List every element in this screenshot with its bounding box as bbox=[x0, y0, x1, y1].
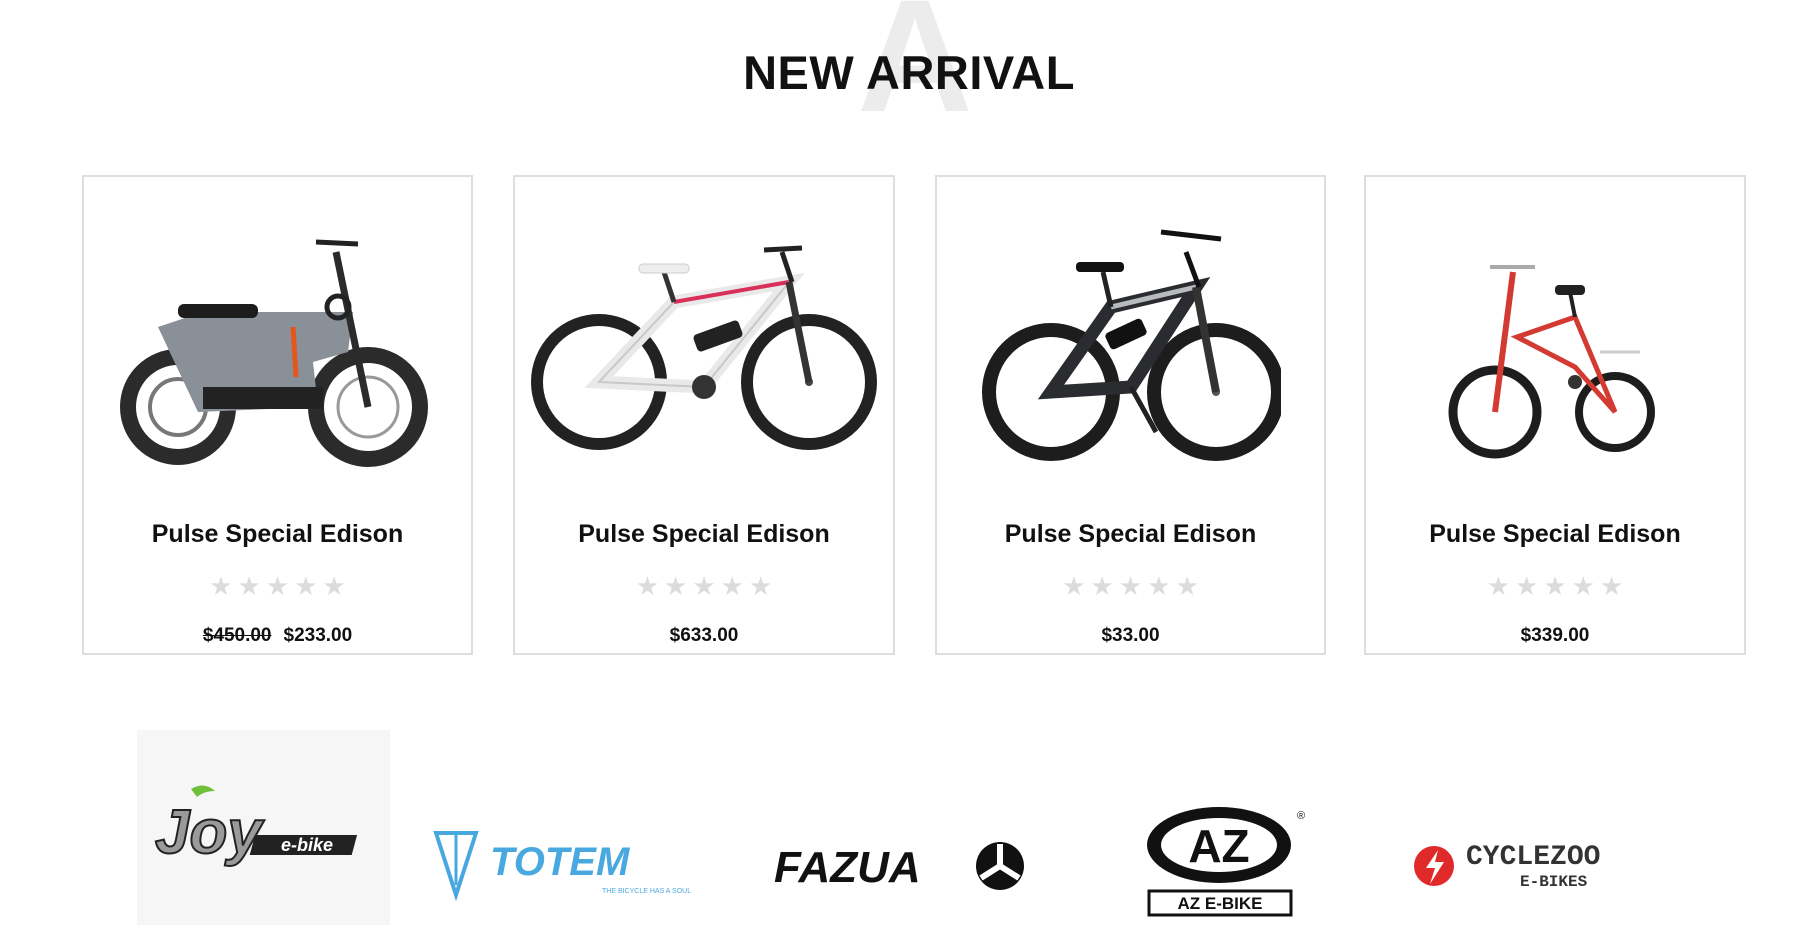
section-header: A NEW ARRIVAL bbox=[0, 0, 1818, 130]
star-icon: ★ bbox=[1486, 571, 1511, 601]
star-icon: ★ bbox=[692, 571, 716, 601]
product-price: $339.00 bbox=[1366, 625, 1744, 647]
svg-text:AZ E-BIKE: AZ E-BIKE bbox=[1178, 894, 1263, 913]
product-card[interactable]: Pulse Special Edison ★ ★ ★ ★ ★ $450.00 $2… bbox=[82, 175, 473, 655]
star-icon: ★ bbox=[1571, 571, 1595, 601]
current-price: $233.00 bbox=[283, 625, 353, 646]
brand-strip: Joy e-bike TOTEM THE BICYCLE HAS A SOUL … bbox=[0, 730, 1818, 925]
star-icon: ★ bbox=[1062, 571, 1086, 601]
black-e-mountain-bike-image bbox=[981, 229, 1281, 461]
svg-text:TOTEM: TOTEM bbox=[490, 840, 631, 884]
star-icon: ★ bbox=[664, 571, 688, 601]
product-card[interactable]: Pulse Special Edison ★ ★ ★ ★ ★ $33.00 bbox=[935, 175, 1326, 655]
brand-cyclezoo[interactable]: CYCLEZOO E-BIKES bbox=[1410, 828, 1670, 898]
product-image[interactable] bbox=[515, 197, 893, 497]
product-image[interactable] bbox=[84, 197, 471, 497]
star-icon: ★ bbox=[1147, 571, 1171, 601]
product-price: $450.00 $233.00 bbox=[84, 625, 471, 647]
star-icon: ★ bbox=[1599, 571, 1624, 601]
star-icon: ★ bbox=[748, 571, 773, 601]
star-icon: ★ bbox=[237, 571, 261, 601]
star-icon: ★ bbox=[294, 571, 318, 601]
joy-ebike-logo: Joy e-bike bbox=[154, 784, 357, 868]
product-price: $33.00 bbox=[937, 625, 1324, 647]
product-grid: Pulse Special Edison ★ ★ ★ ★ ★ $450.00 $2… bbox=[82, 175, 1746, 655]
electric-scooter-bike-image bbox=[119, 239, 428, 467]
product-card[interactable]: Pulse Special Edison ★ ★ ★ ★ ★ $339.00 bbox=[1364, 175, 1746, 655]
brand-fazua[interactable]: FAZUA bbox=[770, 830, 1035, 900]
rating-stars: ★ ★ ★ ★ ★ bbox=[1366, 573, 1744, 599]
star-icon: ★ bbox=[635, 571, 660, 601]
cyclezoo-logo: CYCLEZOO E-BIKES bbox=[1414, 842, 1600, 891]
svg-text:®: ® bbox=[1297, 810, 1305, 822]
totem-logo: TOTEM THE BICYCLE HAS A SOUL bbox=[433, 831, 691, 902]
star-icon: ★ bbox=[1175, 571, 1199, 601]
star-icon: ★ bbox=[1543, 571, 1567, 601]
rating-stars: ★ ★ ★ ★ ★ bbox=[84, 573, 471, 599]
brand-az-ebike[interactable]: AZ ® AZ E-BIKE bbox=[1145, 805, 1315, 925]
svg-text:AZ: AZ bbox=[1188, 820, 1249, 872]
brand-joy-ebike[interactable]: Joy e-bike bbox=[137, 730, 390, 925]
star-icon: ★ bbox=[1515, 571, 1539, 601]
fazua-logo: FAZUA bbox=[774, 842, 1024, 892]
product-image[interactable] bbox=[1366, 197, 1744, 497]
product-name[interactable]: Pulse Special Edison bbox=[937, 520, 1324, 549]
svg-text:CYCLEZOO: CYCLEZOO bbox=[1466, 842, 1600, 873]
old-price: $450.00 bbox=[202, 625, 272, 646]
white-e-mountain-bike-image bbox=[531, 245, 877, 450]
svg-text:FAZUA: FAZUA bbox=[774, 843, 921, 892]
current-price: $33.00 bbox=[1101, 625, 1160, 646]
product-image[interactable] bbox=[937, 197, 1324, 497]
star-icon: ★ bbox=[720, 571, 744, 601]
star-icon: ★ bbox=[1090, 571, 1114, 601]
red-folding-bike-image bbox=[1448, 265, 1655, 459]
svg-text:THE BICYCLE HAS A SOUL: THE BICYCLE HAS A SOUL bbox=[602, 888, 691, 895]
rating-stars: ★ ★ ★ ★ ★ bbox=[937, 573, 1324, 599]
svg-text:E-BIKES: E-BIKES bbox=[1520, 873, 1588, 891]
product-name[interactable]: Pulse Special Edison bbox=[84, 520, 471, 549]
star-icon: ★ bbox=[1118, 571, 1143, 601]
star-icon: ★ bbox=[322, 571, 346, 601]
svg-text:e-bike: e-bike bbox=[281, 835, 333, 855]
rating-stars: ★ ★ ★ ★ ★ bbox=[515, 573, 893, 599]
product-price: $633.00 bbox=[515, 625, 893, 647]
brand-totem[interactable]: TOTEM THE BICYCLE HAS A SOUL bbox=[430, 825, 710, 905]
star-icon: ★ bbox=[209, 571, 233, 601]
svg-text:Joy: Joy bbox=[155, 798, 265, 867]
product-name[interactable]: Pulse Special Edison bbox=[1366, 520, 1744, 549]
product-name[interactable]: Pulse Special Edison bbox=[515, 520, 893, 549]
product-card[interactable]: Pulse Special Edison ★ ★ ★ ★ ★ $633.00 bbox=[513, 175, 895, 655]
current-price: $339.00 bbox=[1520, 625, 1590, 646]
section-title: NEW ARRIVAL bbox=[743, 46, 1075, 99]
star-icon: ★ bbox=[265, 571, 290, 601]
az-ebike-logo: AZ ® AZ E-BIKE bbox=[1147, 807, 1305, 917]
current-price: $633.00 bbox=[669, 625, 739, 646]
